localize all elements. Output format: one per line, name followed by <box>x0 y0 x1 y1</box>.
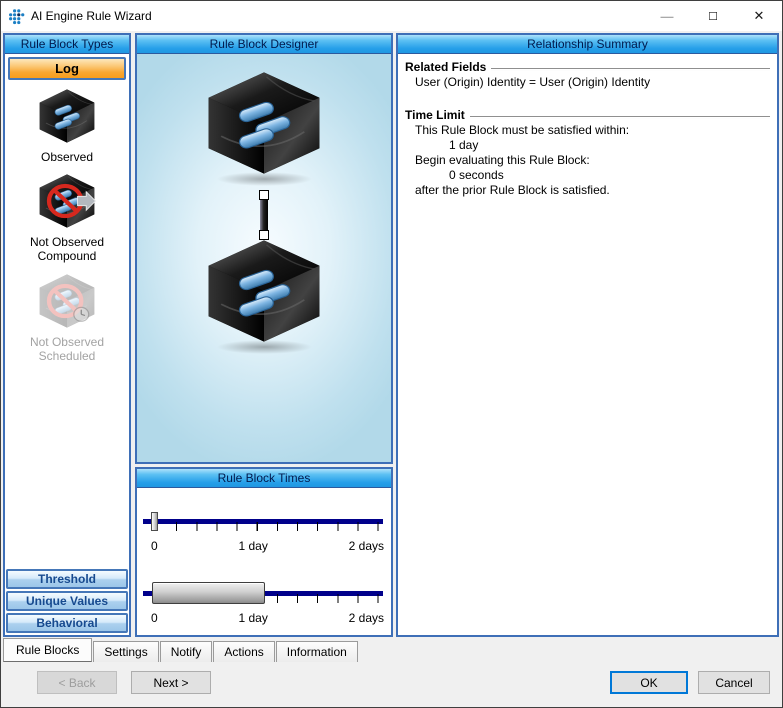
tab-rule-blocks[interactable]: Rule Blocks <box>3 638 92 662</box>
rule-block-times-header: Rule Block Times <box>137 469 391 488</box>
time-limit-value2: 0 seconds <box>405 168 770 183</box>
cancel-button[interactable]: Cancel <box>698 671 770 694</box>
evaluation-delay-slider[interactable] <box>137 579 391 609</box>
time-limit-line3: after the prior Rule Block is satisfied. <box>405 183 770 198</box>
tick-label-0: 0 <box>151 611 158 625</box>
rule-block-2-cube[interactable] <box>201 236 327 346</box>
app-logo-dots-icon <box>8 8 25 25</box>
log-category-button[interactable]: Log <box>8 57 126 80</box>
related-fields-value: User (Origin) Identity = User (Origin) I… <box>405 75 770 90</box>
type-label: Not Observed Scheduled <box>11 335 123 363</box>
related-fields-title: Related Fields <box>405 60 486 75</box>
tick-label-0: 0 <box>151 539 158 553</box>
minimize-button[interactable]: — <box>644 1 690 31</box>
ok-button[interactable]: OK <box>610 671 688 694</box>
cube-pills-prohibited-clock-icon <box>36 272 98 330</box>
section-divider <box>491 68 770 71</box>
threshold-category-button[interactable]: Threshold <box>6 569 128 589</box>
slider-labels: 0 1 day 2 days <box>137 609 391 625</box>
tab-information[interactable]: Information <box>276 641 358 662</box>
satisfaction-time-slider[interactable] <box>137 507 391 537</box>
rule-block-types-panel: Rule Block Types Log Observed Not Observ… <box>3 33 131 637</box>
slider-handle[interactable] <box>151 512 158 531</box>
type-label: Not Observed Compound <box>11 235 123 263</box>
time-limit-title: Time Limit <box>405 108 465 123</box>
tab-notify[interactable]: Notify <box>160 641 213 662</box>
wizard-tabstrip: Rule Blocks Settings Notify Actions Info… <box>3 638 359 662</box>
type-item-not-observed-compound[interactable]: Not Observed Compound <box>11 172 123 263</box>
related-fields-section-header: Related Fields <box>405 60 770 75</box>
tab-actions[interactable]: Actions <box>213 641 274 662</box>
tick-label-2days: 2 days <box>349 611 384 625</box>
type-item-observed[interactable]: Observed <box>11 87 123 164</box>
next-button[interactable]: Next > <box>131 671 211 694</box>
dialog-client-area: Rule Block Types Log Observed Not Observ… <box>1 31 782 707</box>
slider-ticks <box>156 522 380 531</box>
maximize-button[interactable]: ☐ <box>690 1 736 31</box>
time-limit-section-header: Time Limit <box>405 108 770 123</box>
cube-pills-icon <box>36 87 98 145</box>
time-limit-line1: This Rule Block must be satisfied within… <box>405 123 770 138</box>
designer-canvas[interactable] <box>137 54 391 462</box>
time-limit-value1: 1 day <box>405 138 770 153</box>
back-button[interactable]: < Back <box>37 671 117 694</box>
unique-values-category-button[interactable]: Unique Values <box>6 591 128 611</box>
rule-block-designer-panel: Rule Block Designer <box>135 33 393 464</box>
behavioral-category-button[interactable]: Behavioral <box>6 613 128 633</box>
titlebar: AI Engine Rule Wizard — ☐ ✕ <box>1 1 782 31</box>
rule-block-designer-header: Rule Block Designer <box>137 35 391 54</box>
tick-label-2days: 2 days <box>349 539 384 553</box>
slider-labels: 0 1 day 2 days <box>137 537 391 553</box>
cube-pills-prohibited-arrow-icon <box>36 172 98 230</box>
tab-settings[interactable]: Settings <box>93 641 158 662</box>
relationship-summary-header: Relationship Summary <box>398 35 777 54</box>
link-handle-top[interactable] <box>259 190 269 200</box>
bottom-button-row: < Back Next > OK Cancel <box>1 671 782 694</box>
close-button[interactable]: ✕ <box>736 1 782 31</box>
rule-block-types-header: Rule Block Types <box>5 35 129 54</box>
type-label: Observed <box>11 150 123 164</box>
relationship-summary-panel: Relationship Summary Related Fields User… <box>396 33 779 637</box>
time-limit-line2: Begin evaluating this Rule Block: <box>405 153 770 168</box>
rule-block-link[interactable] <box>260 198 268 234</box>
rule-block-1-cube[interactable] <box>201 68 327 178</box>
type-item-not-observed-scheduled[interactable]: Not Observed Scheduled <box>11 272 123 363</box>
ai-engine-rule-wizard-window: AI Engine Rule Wizard — ☐ ✕ Rule Block T… <box>0 0 783 708</box>
slider-range-bar[interactable] <box>152 582 265 604</box>
window-title: AI Engine Rule Wizard <box>31 9 152 23</box>
tick-label-1day: 1 day <box>238 539 267 553</box>
section-divider <box>470 116 770 119</box>
tick-label-1day: 1 day <box>238 611 267 625</box>
rule-block-times-panel: Rule Block Times 0 1 day 2 days <box>135 467 393 637</box>
